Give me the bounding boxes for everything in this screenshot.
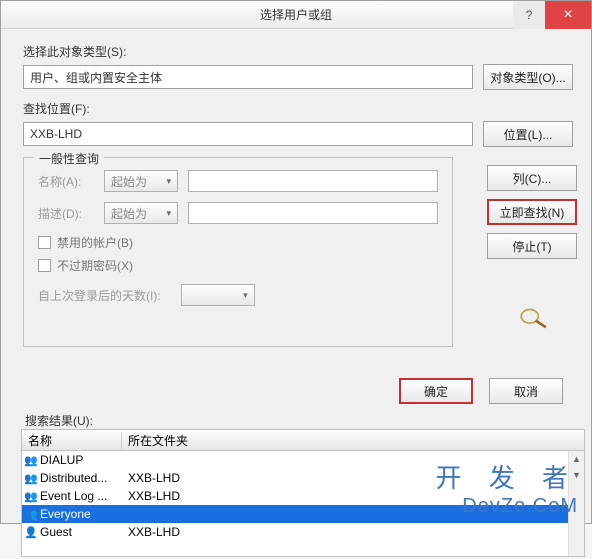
- row-folder: XXB-LHD: [122, 471, 584, 485]
- ok-button[interactable]: 确定: [399, 378, 473, 404]
- search-results-label: 搜索结果(U):: [1, 412, 591, 429]
- last-login-label: 自上次登录后的天数(I):: [38, 287, 161, 304]
- dialog-window: 选择用户或组 ? × 选择此对象类型(S): 用户、组或内置安全主体 对象类型(…: [0, 0, 592, 524]
- location-label: 查找位置(F):: [23, 100, 573, 117]
- scroll-up-icon[interactable]: ▲: [569, 451, 584, 467]
- results-header: 名称 所在文件夹: [21, 429, 585, 451]
- name-mode-select[interactable]: 起始为 ▾: [104, 170, 178, 192]
- query-wrap: 一般性查询 名称(A): 起始为 ▾ 描述(D): 起始为 ▾: [23, 157, 573, 362]
- window-title: 选择用户或组: [260, 6, 332, 23]
- chevron-down-icon: ▾: [166, 208, 171, 219]
- list-item[interactable]: 👥 Event Log ... XXB-LHD: [22, 487, 584, 505]
- location-field[interactable]: XXB-LHD: [23, 122, 473, 146]
- close-button[interactable]: ×: [545, 1, 591, 29]
- dialog-body: 选择此对象类型(S): 用户、组或内置安全主体 对象类型(O)... 查找位置(…: [1, 29, 591, 370]
- group-icon: 👥: [22, 490, 40, 503]
- scrollbar[interactable]: ▲ ▼: [568, 451, 584, 556]
- last-login-select[interactable]: ▾: [181, 284, 255, 306]
- disabled-accounts-checkbox[interactable]: 禁用的帐户(B): [38, 234, 438, 251]
- group-icon: 👥: [22, 508, 40, 521]
- object-type-field[interactable]: 用户、组或内置安全主体: [23, 65, 473, 89]
- results-list: 名称 所在文件夹 👥 DIALUP 👥 Distributed... XXB-L…: [21, 429, 585, 559]
- columns-button[interactable]: 列(C)...: [487, 165, 577, 191]
- no-expire-password-label: 不过期密码(X): [57, 257, 133, 274]
- list-item-selected[interactable]: 👥 Everyone: [22, 505, 584, 523]
- titlebar: 选择用户或组 ? ×: [1, 1, 591, 29]
- object-type-label: 选择此对象类型(S):: [23, 43, 573, 60]
- search-icon: [517, 305, 551, 331]
- row-folder: XXB-LHD: [122, 525, 584, 539]
- desc-label: 描述(D):: [38, 205, 94, 222]
- disabled-accounts-label: 禁用的帐户(B): [57, 234, 133, 251]
- column-folder[interactable]: 所在文件夹: [122, 432, 584, 449]
- row-name: Guest: [40, 525, 122, 539]
- list-item[interactable]: 👤 Guest XXB-LHD: [22, 523, 584, 541]
- results-body[interactable]: 👥 DIALUP 👥 Distributed... XXB-LHD 👥 Even…: [21, 451, 585, 557]
- checkbox-icon: [38, 259, 51, 272]
- desc-mode-value: 起始为: [111, 205, 147, 222]
- scroll-down-icon[interactable]: ▼: [569, 467, 584, 483]
- dialog-actions: 确定 取消: [1, 370, 591, 408]
- help-button[interactable]: ?: [513, 1, 545, 29]
- group-icon: 👥: [22, 454, 40, 467]
- cancel-button[interactable]: 取消: [489, 378, 563, 404]
- row-name: Event Log ...: [40, 489, 122, 503]
- list-item[interactable]: 👥 DIALUP: [22, 451, 584, 469]
- name-mode-value: 起始为: [111, 173, 147, 190]
- row-name: DIALUP: [40, 453, 122, 467]
- row-name: Everyone: [40, 507, 122, 521]
- name-input[interactable]: [188, 170, 438, 192]
- chevron-down-icon: ▾: [166, 176, 171, 187]
- no-expire-password-checkbox[interactable]: 不过期密码(X): [38, 257, 438, 274]
- chevron-down-icon: ▾: [243, 290, 248, 301]
- checkbox-icon: [38, 236, 51, 249]
- query-fieldset: 一般性查询 名称(A): 起始为 ▾ 描述(D): 起始为 ▾: [23, 157, 453, 347]
- row-name: Distributed...: [40, 471, 122, 485]
- column-name[interactable]: 名称: [22, 432, 122, 449]
- user-icon: 👤: [22, 526, 40, 539]
- query-legend: 一般性查询: [34, 150, 104, 167]
- list-item[interactable]: 👥 Distributed... XXB-LHD: [22, 469, 584, 487]
- object-types-button[interactable]: 对象类型(O)...: [483, 64, 573, 90]
- desc-input[interactable]: [188, 202, 438, 224]
- stop-button[interactable]: 停止(T): [487, 233, 577, 259]
- row-folder: XXB-LHD: [122, 489, 584, 503]
- name-label: 名称(A):: [38, 173, 94, 190]
- find-now-button[interactable]: 立即查找(N): [487, 199, 577, 225]
- titlebar-controls: ? ×: [513, 1, 591, 29]
- locations-button[interactable]: 位置(L)...: [483, 121, 573, 147]
- desc-mode-select[interactable]: 起始为 ▾: [104, 202, 178, 224]
- group-icon: 👥: [22, 472, 40, 485]
